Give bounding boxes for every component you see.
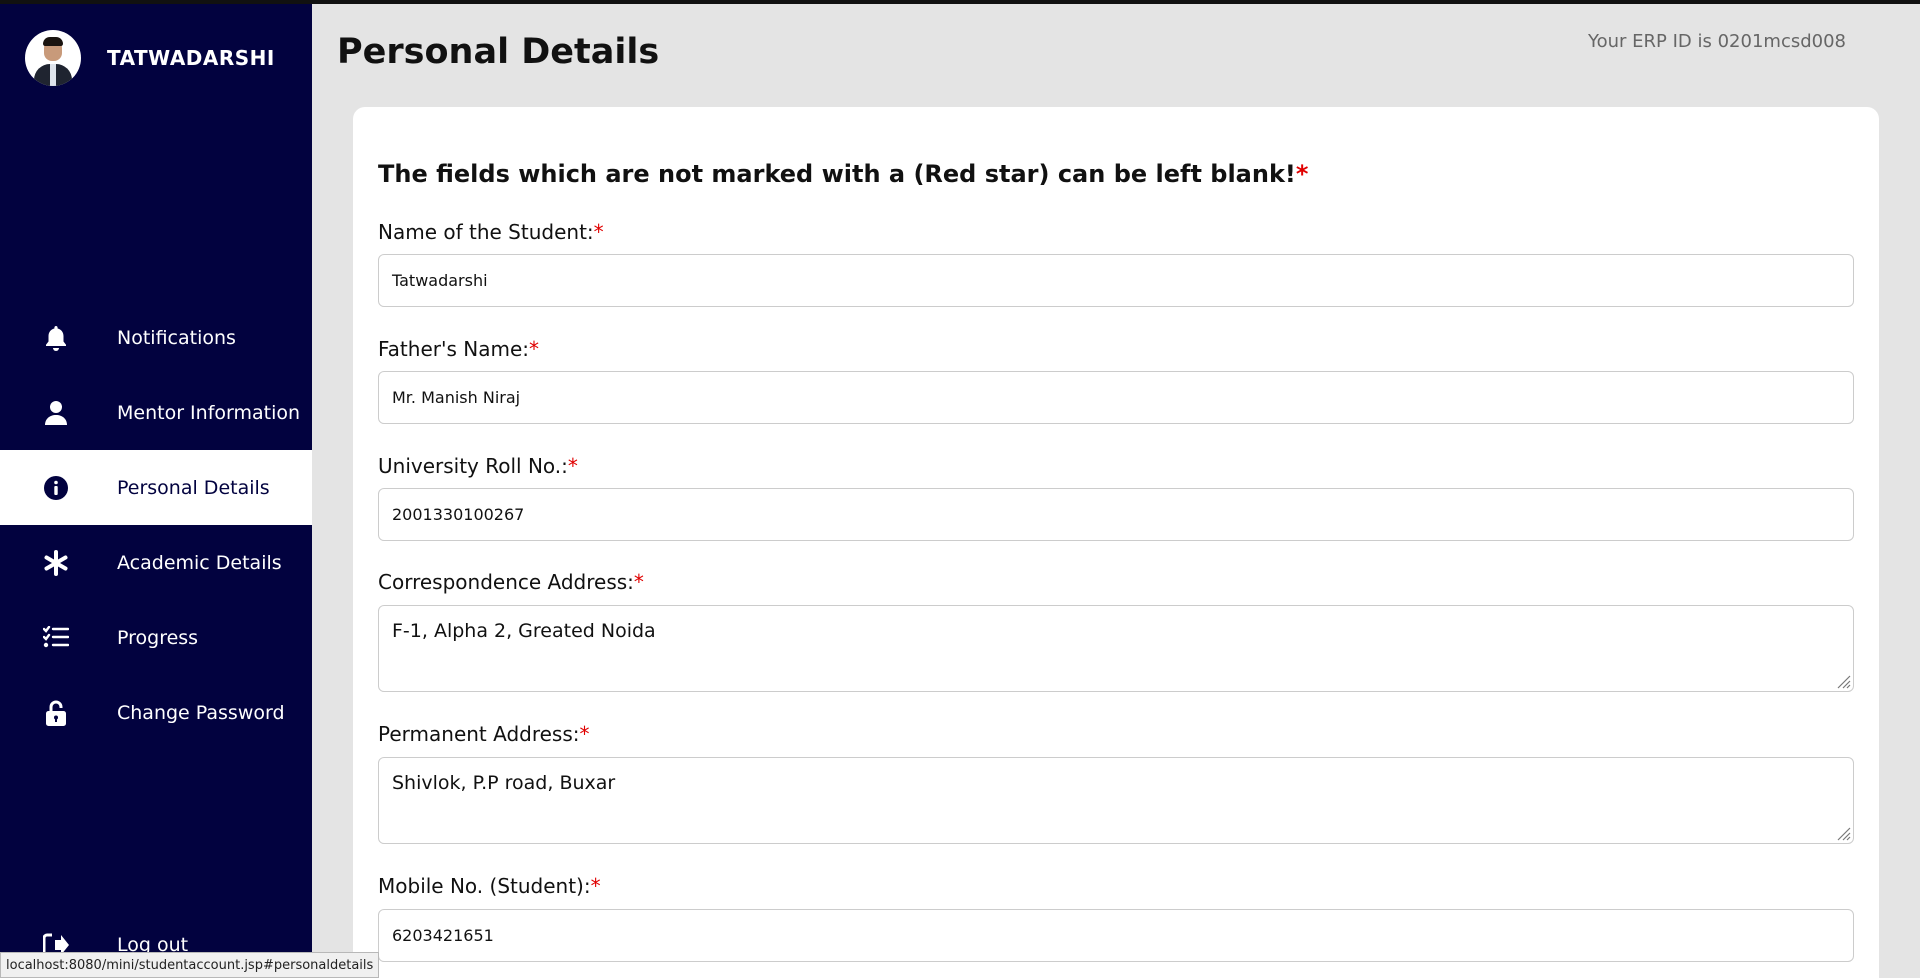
required-star: *	[1295, 160, 1309, 188]
sidebar-item-label: Academic Details	[117, 551, 282, 574]
sidebar: TATWADARSHI Notifications Mentor Informa…	[0, 4, 312, 978]
sidebar-item-personal-details[interactable]: Personal Details	[0, 450, 312, 525]
permanent-address-value: Shivlok, P.P road, Buxar	[392, 772, 616, 794]
student-mobile-label: Mobile No. (Student):*	[378, 874, 601, 898]
student-name-label: Name of the Student:*	[378, 220, 604, 244]
permanent-address-label: Permanent Address:*	[378, 722, 590, 746]
checklist-icon	[41, 623, 71, 653]
sidebar-item-label: Mentor Information	[117, 401, 301, 424]
page-title: Personal Details	[337, 32, 660, 72]
university-roll-input[interactable]: 2001330100267	[378, 488, 1854, 541]
sidebar-item-label: Progress	[117, 626, 199, 649]
profile-name: TATWADARSHI	[107, 46, 275, 70]
student-mobile-input[interactable]: 6203421651	[378, 909, 1854, 962]
personal-details-form: The fields which are not marked with a (…	[353, 107, 1879, 978]
required-star: *	[633, 570, 644, 594]
correspondence-address-value: F-1, Alpha 2, Greated Noida	[392, 620, 656, 642]
profile: TATWADARSHI	[25, 30, 275, 86]
required-star: *	[567, 454, 578, 478]
sidebar-item-change-password[interactable]: Change Password	[0, 675, 312, 750]
user-icon	[41, 398, 71, 428]
permanent-address-textarea[interactable]: Shivlok, P.P road, Buxar	[378, 757, 1854, 844]
required-star: *	[579, 722, 590, 746]
info-circle-icon	[41, 473, 71, 503]
resize-grip-icon[interactable]	[1835, 825, 1851, 841]
erp-id-text: Your ERP ID is 0201mcsd008	[1588, 31, 1846, 52]
correspondence-address-label: Correspondence Address:*	[378, 570, 644, 594]
father-name-label: Father's Name:*	[378, 337, 539, 361]
sidebar-item-label: Change Password	[117, 701, 285, 724]
required-star: *	[590, 874, 601, 898]
resize-grip-icon[interactable]	[1835, 673, 1851, 689]
required-star: *	[529, 337, 539, 361]
form-notice: The fields which are not marked with a (…	[378, 160, 1309, 188]
correspondence-address-textarea[interactable]: F-1, Alpha 2, Greated Noida	[378, 605, 1854, 692]
sidebar-item-notifications[interactable]: Notifications	[0, 300, 312, 375]
student-name-input[interactable]: Tatwadarshi	[378, 254, 1854, 307]
bell-icon	[41, 323, 71, 353]
university-roll-label: University Roll No.:*	[378, 454, 578, 478]
status-bar-url: localhost:8080/mini/studentaccount.jsp#p…	[0, 952, 380, 978]
sidebar-item-label: Personal Details	[117, 476, 270, 499]
avatar	[25, 30, 81, 86]
required-star: *	[593, 220, 604, 244]
asterisk-icon	[41, 548, 71, 578]
sidebar-item-academic-details[interactable]: Academic Details	[0, 525, 312, 600]
sidebar-item-progress[interactable]: Progress	[0, 600, 312, 675]
sidebar-item-mentor-information[interactable]: Mentor Information	[0, 375, 312, 450]
sidebar-item-label: Notifications	[117, 326, 236, 349]
father-name-input[interactable]: Mr. Manish Niraj	[378, 371, 1854, 424]
unlock-icon	[41, 698, 71, 728]
